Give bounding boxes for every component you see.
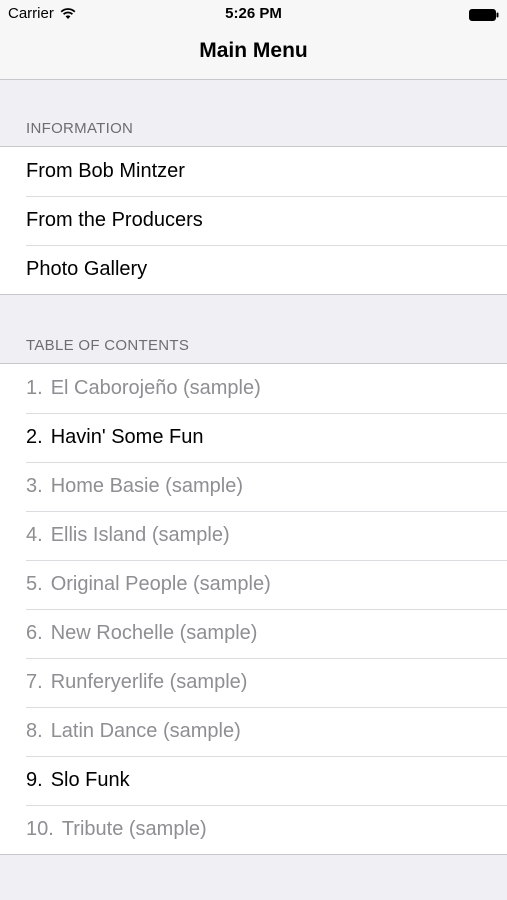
toc-group: 1. El Caborojeño (sample) 2. Havin' Some F… [0, 363, 507, 855]
table-view[interactable]: INFORMATION From Bob Mintzer From the Pr… [0, 80, 507, 900]
toc-item-label: El Caborojeño (sample) [50, 377, 261, 399]
table-footer-spacer [0, 855, 507, 900]
page-title: Main Menu [199, 39, 308, 62]
toc-item-label: Slo Funk [50, 769, 130, 791]
section-header-information: INFORMATION [26, 120, 134, 137]
toc-item-label: Ellis Island (sample) [50, 524, 230, 546]
toc-item-label: Home Basie (sample) [50, 475, 243, 497]
toc-item-label: Havin' Some Fun [50, 426, 204, 448]
section-header-table-of-contents: TABLE OF CONTENTS [26, 337, 190, 354]
menu-item-from-bob-mintzer[interactable]: From Bob Mintzer [0, 147, 507, 196]
screen: Carrier 5:26 PM Main Menu INFORMATION Fr… [0, 0, 507, 900]
toc-item-9[interactable]: 9. Slo Funk [0, 756, 507, 805]
toc-item-5[interactable]: 5. Original People (sample) [0, 560, 507, 609]
menu-item-label: From the Producers [26, 209, 203, 231]
toc-item-number: 4. [26, 524, 43, 546]
toc-item-number: 2. [26, 426, 43, 448]
toc-item-number: 7. [26, 671, 43, 693]
toc-item-7[interactable]: 7. Runferyerlife (sample) [0, 658, 507, 707]
menu-item-label: Photo Gallery [26, 258, 148, 280]
toc-item-number: 9. [26, 769, 43, 791]
status-time: 5:26 PM [225, 5, 282, 22]
menu-item-photo-gallery[interactable]: Photo Gallery [0, 245, 507, 294]
toc-item-number: 5. [26, 573, 43, 595]
toc-item-2[interactable]: 2. Havin' Some Fun [0, 413, 507, 462]
information-group: From Bob Mintzer From the Producers Phot… [0, 146, 507, 295]
toc-item-label: Tribute (sample) [61, 818, 207, 840]
toc-item-label: New Rochelle (sample) [50, 622, 258, 644]
toc-item-label: Original People (sample) [50, 573, 271, 595]
battery-full-icon [469, 8, 499, 21]
toc-item-number: 8. [26, 720, 43, 742]
toc-item-label: Latin Dance (sample) [50, 720, 241, 742]
toc-item-8[interactable]: 8. Latin Dance (sample) [0, 707, 507, 756]
status-bar: Carrier 5:26 PM [0, 0, 507, 28]
menu-item-from-the-producers[interactable]: From the Producers [0, 196, 507, 245]
toc-item-number: 6. [26, 622, 43, 644]
toc-item-label: Runferyerlife (sample) [50, 671, 248, 693]
toc-item-3[interactable]: 3. Home Basie (sample) [0, 462, 507, 511]
toc-item-1[interactable]: 1. El Caborojeño (sample) [0, 364, 507, 413]
toc-item-10[interactable]: 10. Tribute (sample) [0, 805, 507, 854]
menu-item-label: From Bob Mintzer [26, 160, 185, 182]
navigation-bar: Main Menu [0, 28, 507, 80]
toc-item-6[interactable]: 6. New Rochelle (sample) [0, 609, 507, 658]
toc-item-number: 3. [26, 475, 43, 497]
toc-item-number: 1. [26, 377, 43, 399]
toc-item-4[interactable]: 4. Ellis Island (sample) [0, 511, 507, 560]
toc-item-number: 10. [26, 818, 54, 840]
